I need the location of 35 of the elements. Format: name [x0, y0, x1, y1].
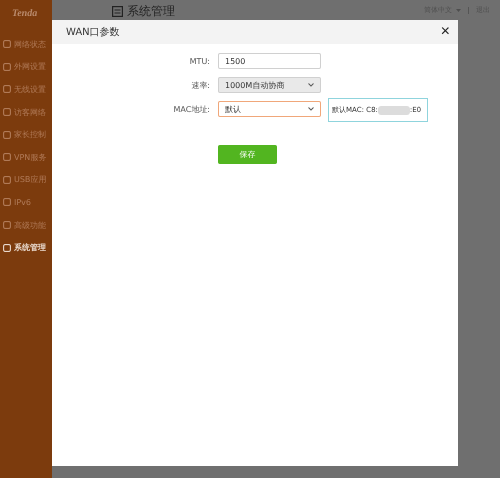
- menu-item-icon: [3, 130, 11, 139]
- settings-panel-icon: [112, 6, 123, 16]
- chevron-icon: [308, 107, 314, 111]
- menu-item-icon: [3, 176, 11, 184]
- page-title: 系统管理: [127, 4, 175, 18]
- close-button[interactable]: ×: [440, 24, 450, 40]
- field-label: 速率:: [190, 80, 211, 90]
- dialog-title: WAN口参数: [66, 26, 120, 39]
- sidebar-item[interactable]: 外网设置: [0, 56, 52, 78]
- sidebar-item[interactable]: 无线设置: [0, 78, 52, 101]
- chevron-icon: [308, 83, 314, 87]
- menu-item-icon: [3, 40, 11, 48]
- sidebar-item[interactable]: 访客网络: [0, 100, 52, 124]
- sidebar-item[interactable]: USB应用: [0, 168, 52, 192]
- menu-item-icon: [3, 198, 11, 206]
- field-label: MTU:: [188, 56, 211, 66]
- save-button[interactable]: 保存: [218, 145, 277, 164]
- input-field[interactable]: 1500: [218, 53, 321, 69]
- caret-icon: [456, 8, 461, 12]
- sidebar-item[interactable]: IPv6: [0, 191, 52, 214]
- sidebar-item[interactable]: 网络状态: [0, 33, 52, 56]
- field-label: MAC地址:: [172, 104, 211, 114]
- sidebar-item[interactable]: 家长控制: [0, 123, 52, 146]
- menu-item-icon: [3, 244, 11, 252]
- dropdown[interactable]: 默认: [218, 101, 321, 117]
- redaction-blur: [378, 106, 410, 114]
- menu-item-icon: [3, 108, 11, 116]
- sidebar-item[interactable]: 高级功能: [0, 214, 52, 236]
- menu-item-icon: [3, 85, 11, 94]
- sidebar-item[interactable]: VPN服务: [0, 146, 52, 169]
- menu-item-icon: [3, 221, 11, 230]
- menu-item-icon: [3, 153, 11, 162]
- menu-item-icon: [3, 62, 11, 71]
- sidebar-item[interactable]: 系统管理: [0, 236, 52, 259]
- logo: Tenda: [11, 8, 38, 21]
